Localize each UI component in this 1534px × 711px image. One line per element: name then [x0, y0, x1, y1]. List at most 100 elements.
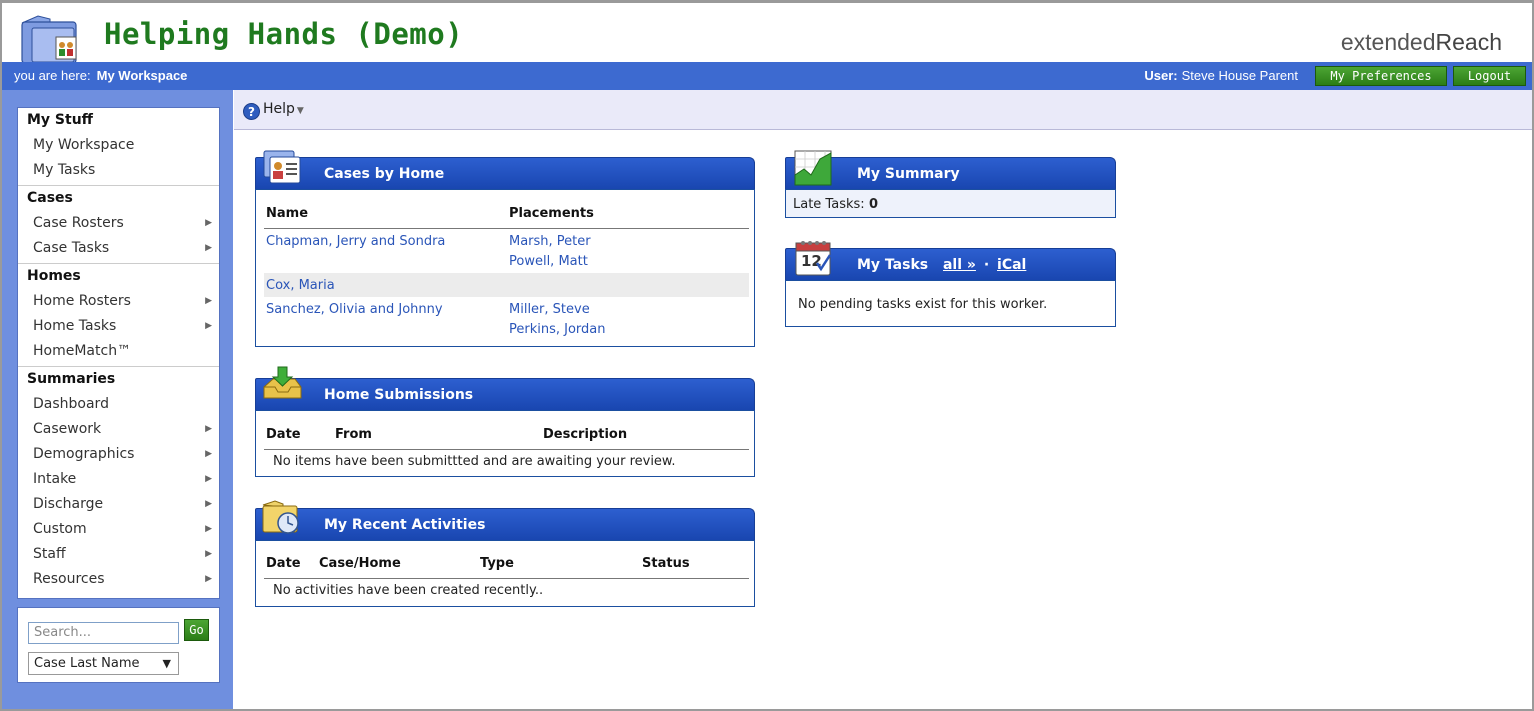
go-button[interactable]: Go — [184, 619, 209, 641]
nav-section-my-stuff: My Stuff — [27, 112, 94, 128]
col-from: From — [335, 427, 372, 442]
search-panel: Search... Go Case Last Name ▼ — [17, 607, 220, 683]
nav-item-label: Discharge — [33, 496, 104, 512]
late-tasks-value: 0 — [869, 197, 879, 212]
breadcrumb-label: you are here: — [14, 68, 91, 83]
nav-item-label: Case Rosters — [33, 215, 124, 231]
nav-item-resources[interactable]: Resources ▶ — [18, 567, 219, 592]
nav-item-homematch[interactable]: HomeMatch™ — [18, 339, 219, 364]
user-label: User: — [1144, 68, 1178, 83]
breadcrumb: you are here: My Workspace — [14, 68, 187, 83]
chevron-right-icon: ▶ — [205, 549, 212, 559]
cases-by-home-panel: Name Placements Chapman, Jerry and Sondr… — [255, 189, 755, 347]
chevron-right-icon: ▶ — [205, 243, 212, 253]
folder-people-icon — [21, 15, 77, 64]
col-case-home: Case/Home — [319, 556, 401, 571]
home-submissions-title: Home Submissions — [324, 387, 474, 403]
search-input[interactable]: Search... — [28, 622, 179, 644]
recent-activities-title: My Recent Activities — [324, 517, 486, 533]
my-summary-panel: Late Tasks: 0 — [785, 189, 1116, 218]
brand-bold: Reach — [1435, 29, 1502, 55]
nav-item-label: Case Tasks — [33, 240, 110, 256]
home-link[interactable]: Sanchez, Olivia and Johnny — [266, 302, 443, 317]
chevron-right-icon: ▶ — [205, 474, 212, 484]
nav-item-custom[interactable]: Custom ▶ — [18, 517, 219, 542]
chevron-right-icon: ▶ — [205, 449, 212, 459]
placement-link[interactable]: Marsh, Peter — [509, 234, 591, 249]
recent-activities-panel: Date Case/Home Type Status No activities… — [255, 540, 755, 607]
nav-item-staff[interactable]: Staff ▶ — [18, 542, 219, 567]
col-placements: Placements — [509, 206, 594, 221]
col-status: Status — [642, 556, 690, 571]
placement-link[interactable]: Perkins, Jordan — [509, 322, 606, 337]
user-info: User: Steve House Parent — [1144, 68, 1298, 83]
breadcrumb-location[interactable]: My Workspace — [97, 68, 188, 83]
app-window: Helping Hands (Demo) extendedReach you a… — [0, 0, 1534, 711]
chevron-right-icon: ▶ — [205, 296, 212, 306]
nav-item-discharge[interactable]: Discharge ▶ — [18, 492, 219, 517]
home-link[interactable]: Cox, Maria — [266, 278, 335, 293]
logout-button[interactable]: Logout — [1453, 66, 1526, 86]
nav-item-dashboard[interactable]: Dashboard — [18, 392, 219, 417]
sidebar: My Stuff My Workspace My Tasks Cases Cas… — [2, 90, 233, 709]
nav-item-label: Resources — [33, 571, 105, 587]
cases-by-home-title: Cases by Home — [324, 166, 445, 182]
chevron-right-icon: ▶ — [205, 218, 212, 228]
separator-dot: · — [983, 257, 990, 273]
nav-item-demographics[interactable]: Demographics ▶ — [18, 442, 219, 467]
growth-chart-icon — [794, 150, 832, 186]
help-label: Help — [263, 101, 295, 117]
header-divider — [264, 578, 749, 579]
placement-link[interactable]: Miller, Steve — [509, 302, 590, 317]
calendar-icon: 12 — [795, 241, 832, 276]
brand-logo: extendedReach — [1341, 29, 1502, 56]
nav-item-label: Home Rosters — [33, 293, 131, 309]
nav-item-label: Demographics — [33, 446, 135, 462]
sidebar-nav: My Stuff My Workspace My Tasks Cases Cas… — [17, 107, 220, 599]
nav-item-label: Staff — [33, 546, 66, 562]
dropdown-arrow-icon: ▼ — [162, 657, 171, 670]
chevron-right-icon: ▶ — [205, 499, 212, 509]
people-card-icon — [263, 150, 301, 184]
help-icon: ? — [243, 103, 260, 120]
header: Helping Hands (Demo) extendedReach — [2, 3, 1532, 64]
my-tasks-title: My Tasks — [857, 257, 929, 273]
user-name: Steve House Parent — [1181, 68, 1298, 83]
col-name: Name — [266, 206, 309, 221]
nav-section-summaries: Summaries — [27, 371, 116, 387]
placement-link[interactable]: Powell, Matt — [509, 254, 588, 269]
nav-item-my-workspace[interactable]: My Workspace — [18, 133, 219, 158]
col-description: Description — [543, 427, 628, 442]
recent-activities-header: My Recent Activities — [255, 508, 755, 540]
home-link[interactable]: Chapman, Jerry and Sondra — [266, 234, 445, 249]
empty-message: No pending tasks exist for this worker. — [798, 297, 1048, 312]
my-tasks-panel: No pending tasks exist for this worker. — [785, 280, 1116, 327]
header-divider — [264, 228, 749, 229]
nav-item-intake[interactable]: Intake ▶ — [18, 467, 219, 492]
home-submissions-header: Home Submissions — [255, 378, 755, 410]
nav-item-my-tasks[interactable]: My Tasks — [18, 158, 219, 183]
chevron-right-icon: ▶ — [205, 524, 212, 534]
nav-item-home-tasks[interactable]: Home Tasks ▶ — [18, 314, 219, 339]
help-menu[interactable]: ? Help ▼ — [243, 101, 304, 120]
my-summary-title: My Summary — [857, 166, 960, 182]
nav-item-case-tasks[interactable]: Case Tasks ▶ — [18, 236, 219, 261]
chevron-right-icon: ▶ — [205, 574, 212, 584]
all-tasks-link[interactable]: all » — [943, 257, 976, 273]
folder-clock-icon — [262, 500, 299, 534]
col-date: Date — [266, 556, 301, 571]
empty-message: No activities have been created recently… — [273, 583, 544, 598]
app-title: Helping Hands (Demo) — [104, 17, 464, 51]
ical-link[interactable]: iCal — [997, 257, 1026, 273]
nav-item-label: Casework — [33, 421, 102, 437]
nav-item-case-rosters[interactable]: Case Rosters ▶ — [18, 211, 219, 236]
my-preferences-button[interactable]: My Preferences — [1315, 66, 1447, 86]
top-bar: you are here: My Workspace User: Steve Hou… — [2, 62, 1532, 90]
nav-item-casework[interactable]: Casework ▶ — [18, 417, 219, 442]
nav-item-label: Intake — [33, 471, 77, 487]
nav-item-home-rosters[interactable]: Home Rosters ▶ — [18, 289, 219, 314]
nav-item-label: Custom — [33, 521, 87, 537]
col-date: Date — [266, 427, 301, 442]
home-submissions-panel: Date From Description No items have been… — [255, 410, 755, 477]
search-type-select[interactable]: Case Last Name ▼ — [28, 652, 179, 675]
